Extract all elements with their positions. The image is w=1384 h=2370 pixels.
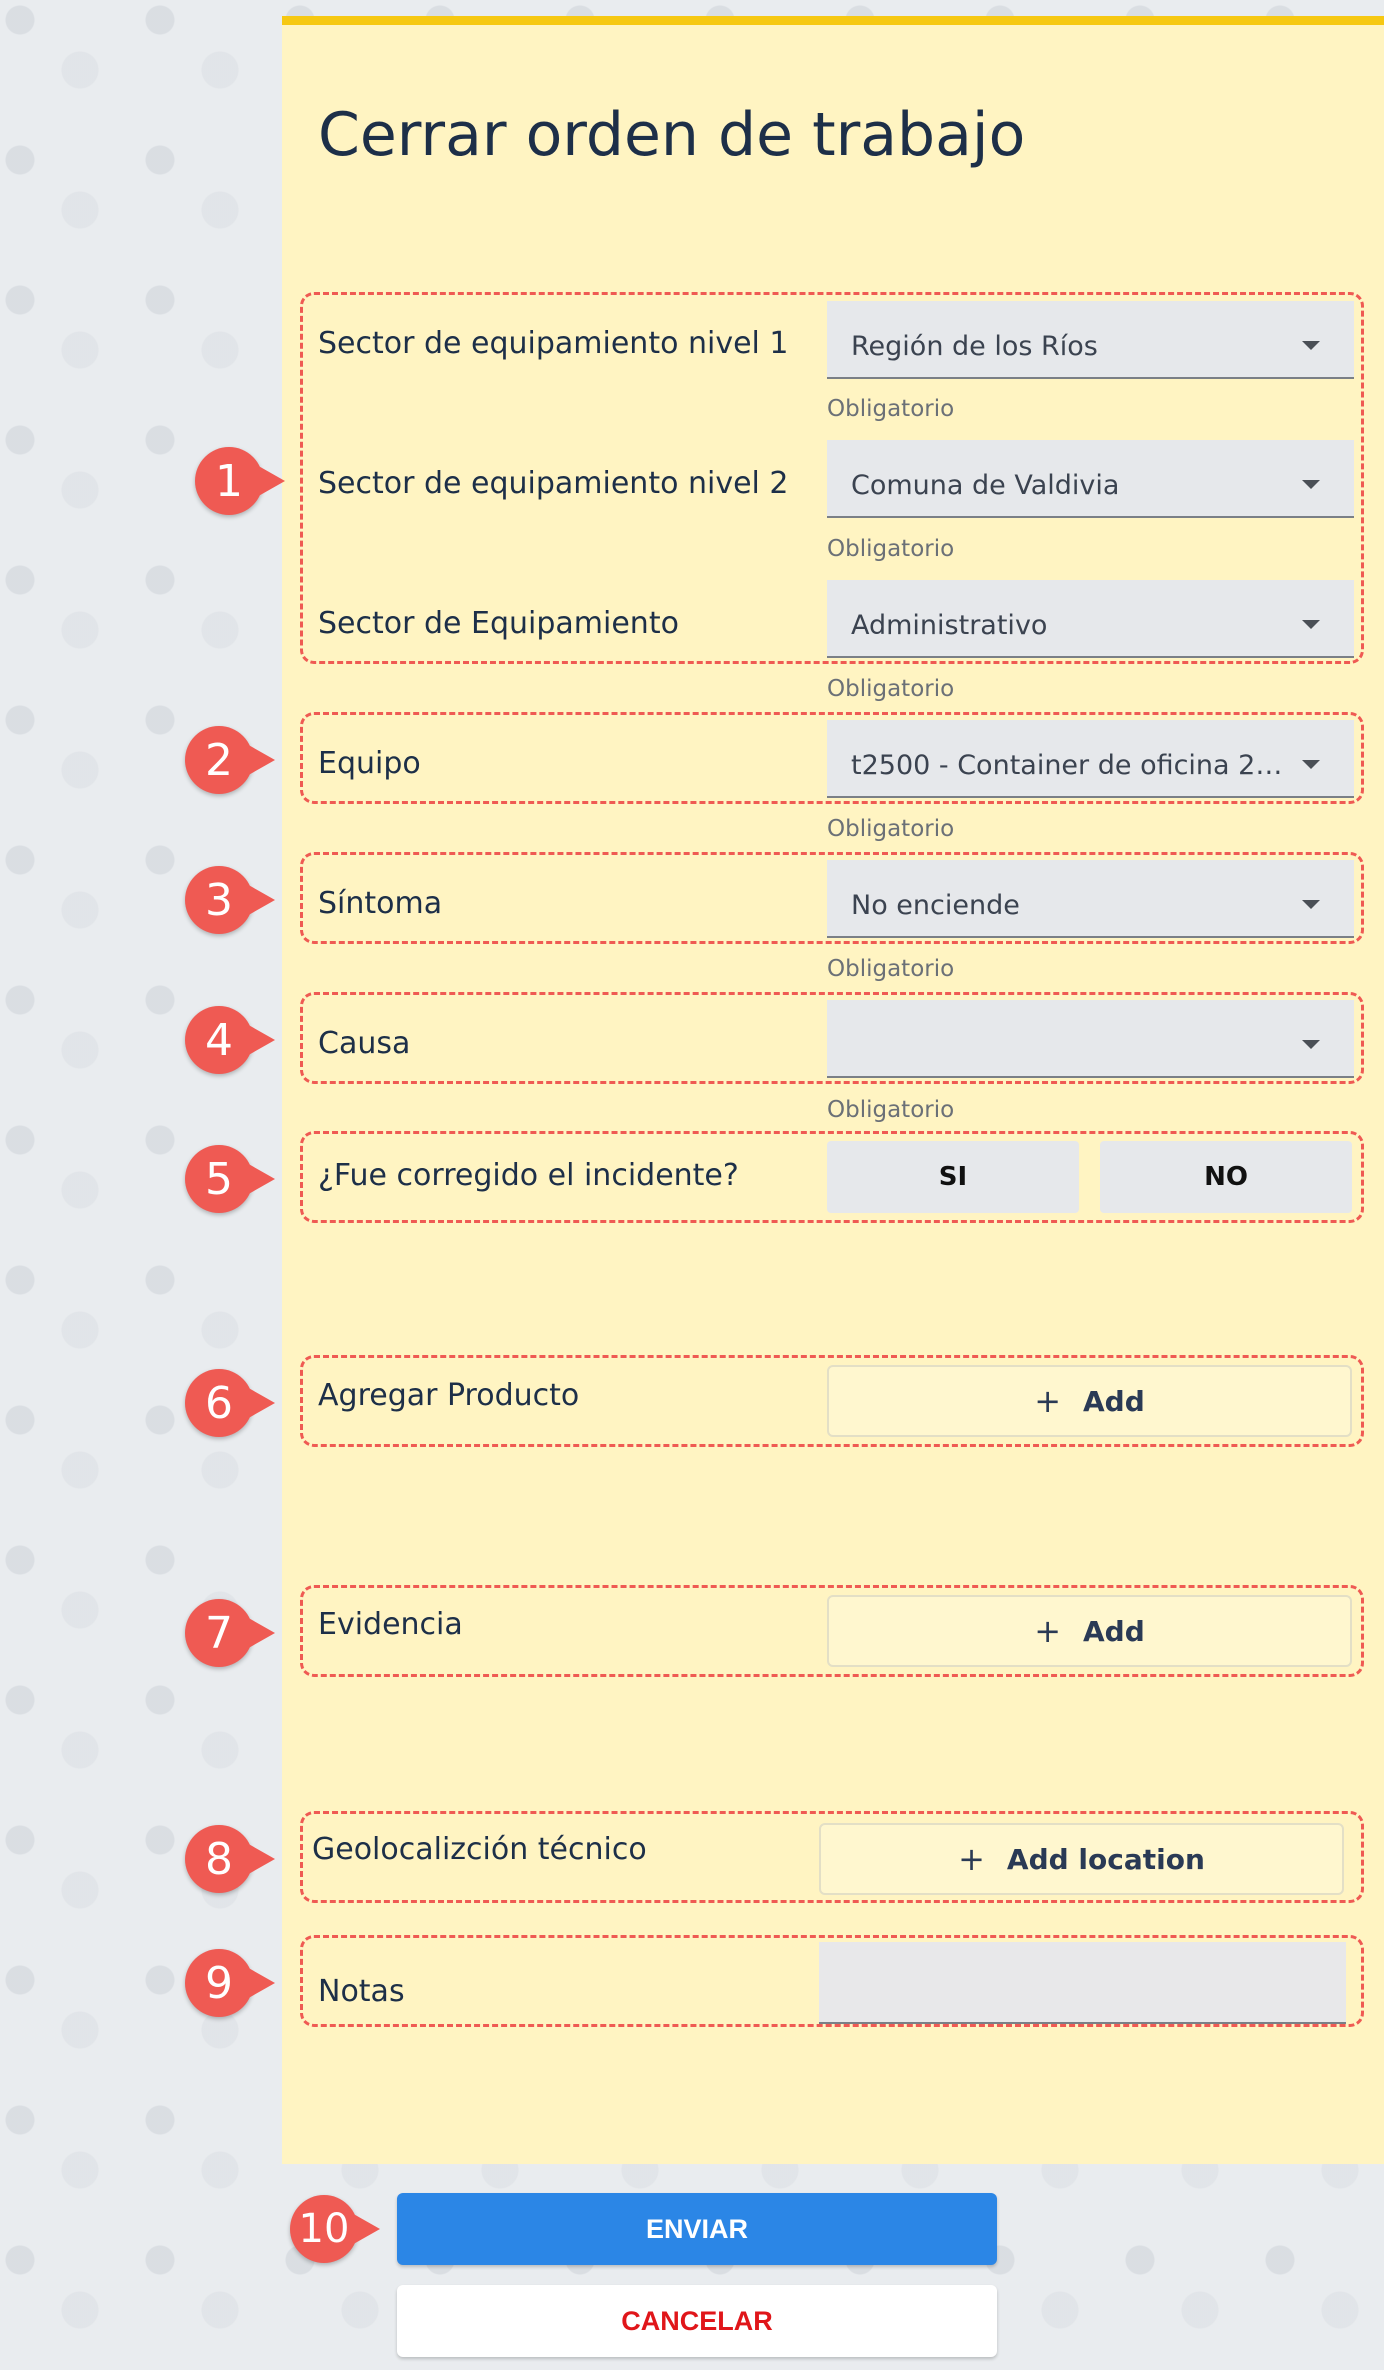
label-notas: Notas [318,1974,405,2009]
select-value: t2500 - Container de oficina 23-1... [851,750,1291,781]
marker-1: 1 [195,447,285,515]
add-product-label: Add [1083,1384,1145,1418]
dropdown-arrow-icon [1302,480,1320,489]
add-location-label: Add location [1006,1842,1205,1876]
select-value: Administrativo [851,610,1048,641]
marker-9: 9 [185,1949,275,2017]
dropdown-arrow-icon [1302,620,1320,629]
dropdown-arrow-icon [1302,760,1320,769]
helper-required: Obligatorio [827,816,955,842]
send-button[interactable]: ENVIAR [397,2193,997,2265]
select-sector-nivel-2[interactable]: Comuna de Valdivia [827,440,1354,518]
label-equipo: Equipo [318,746,421,781]
helper-required: Obligatorio [827,676,955,702]
page-title: Cerrar orden de trabajo [318,100,1026,170]
select-sector-equipamiento[interactable]: Administrativo [827,580,1354,658]
plus-icon: + [1034,1382,1062,1420]
add-evidence-button[interactable]: + Add [827,1595,1352,1667]
plus-icon: + [958,1840,985,1878]
select-causa[interactable] [827,1000,1354,1078]
marker-10: 10 [290,2195,380,2263]
toggle-no-button[interactable]: NO [1100,1141,1352,1213]
add-location-button[interactable]: + Add location [819,1823,1344,1895]
select-sector-nivel-1[interactable]: Región de los Ríos [827,301,1354,379]
plus-icon: + [1034,1612,1062,1650]
marker-6: 6 [185,1369,275,1437]
helper-required: Obligatorio [827,1097,955,1123]
label-fue-corregido: ¿Fue corregido el incidente? [318,1158,739,1193]
toggle-si-button[interactable]: SI [827,1141,1079,1213]
label-evidencia: Evidencia [318,1607,463,1642]
helper-required: Obligatorio [827,536,955,562]
select-value: No enciende [851,890,1020,921]
label-geolocalizacion: Geolocalizción técnico [312,1832,647,1867]
notes-input[interactable] [819,1942,1346,2024]
marker-8: 8 [185,1825,275,1893]
dropdown-arrow-icon [1302,341,1320,350]
label-sector-nivel-2: Sector de equipamiento nivel 2 [318,466,789,501]
label-sector-equipamiento: Sector de Equipamiento [318,606,679,641]
select-equipo[interactable]: t2500 - Container de oficina 23-1... [827,720,1354,798]
marker-7: 7 [185,1599,275,1667]
helper-required: Obligatorio [827,396,955,422]
marker-3: 3 [185,866,275,934]
select-sintoma[interactable]: No enciende [827,860,1354,938]
select-value: Región de los Ríos [851,331,1098,362]
select-value: Comuna de Valdivia [851,470,1120,501]
label-sintoma: Síntoma [318,886,443,921]
cancel-button[interactable]: CANCELAR [397,2285,997,2357]
dropdown-arrow-icon [1302,1040,1320,1049]
marker-2: 2 [185,726,275,794]
marker-4: 4 [185,1006,275,1074]
label-agregar-producto: Agregar Producto [318,1378,580,1413]
helper-required: Obligatorio [827,956,955,982]
label-sector-nivel-1: Sector de equipamiento nivel 1 [318,326,789,361]
add-evidence-label: Add [1083,1614,1145,1648]
add-product-button[interactable]: + Add [827,1365,1352,1437]
label-causa: Causa [318,1026,411,1061]
dropdown-arrow-icon [1302,900,1320,909]
marker-5: 5 [185,1145,275,1213]
